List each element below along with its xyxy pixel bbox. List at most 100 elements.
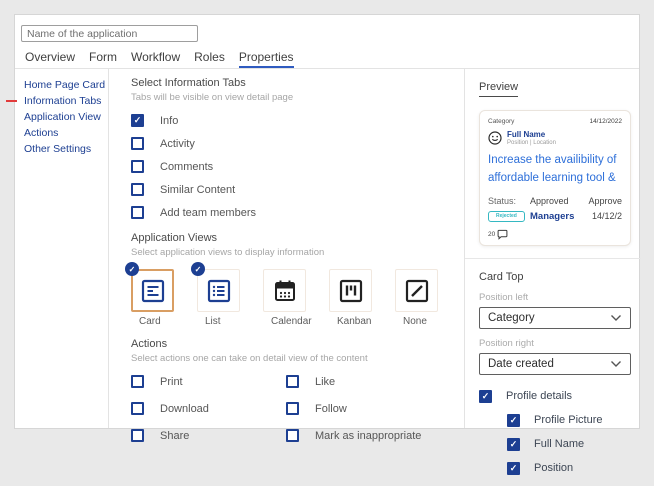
- checkbox[interactable]: ✓: [131, 375, 144, 388]
- checkbox[interactable]: ✓: [507, 413, 520, 427]
- list-view-icon: [207, 279, 230, 302]
- sidebar-item-other-settings[interactable]: Other Settings: [24, 141, 108, 157]
- checkbox-row-comments[interactable]: ✓ Comments: [131, 160, 464, 173]
- selected-check-badge-icon: ✓: [191, 262, 205, 276]
- card-top-title: Card Top: [479, 270, 524, 283]
- info-tabs-subtitle: Tabs will be visible on view detail page: [131, 92, 294, 103]
- checkbox[interactable]: ✓: [479, 389, 492, 403]
- checkbox[interactable]: ✓: [131, 183, 144, 196]
- position-left-select[interactable]: Category: [479, 306, 631, 329]
- check-icon: ✓: [481, 390, 490, 401]
- status-label: Status:: [488, 195, 517, 206]
- tab-properties[interactable]: Properties: [238, 48, 294, 68]
- chevron-down-icon: [611, 360, 621, 367]
- avatar-icon: [488, 131, 502, 145]
- position-right-select[interactable]: Date created: [479, 352, 631, 375]
- calendar-view-tile[interactable]: [263, 269, 306, 312]
- calendar-view-icon: [274, 280, 295, 301]
- status-value: Approved: [530, 195, 569, 206]
- kanban-view-icon: [339, 279, 362, 302]
- profile-details-options: ✓ Profile details ✓ Profile Picture ✓ Fu…: [479, 389, 631, 475]
- checkbox-label: Position: [534, 462, 574, 475]
- sidebar-item-information-tabs[interactable]: Information Tabs: [6, 93, 108, 109]
- approve-label: Approve: [588, 195, 622, 206]
- comments-count: 20: [488, 230, 496, 238]
- preview-card-top-row: Category 14/12/2022: [488, 118, 622, 125]
- view-tile-card[interactable]: ✓ Card: [125, 262, 197, 327]
- checkbox-row-download[interactable]: ✓ Download: [131, 402, 286, 415]
- main-content: Select Information Tabs Tabs will be vis…: [109, 69, 464, 452]
- approve-date: 14/12/2: [591, 211, 622, 222]
- checkbox[interactable]: ✓: [507, 437, 520, 451]
- tab-form[interactable]: Form: [89, 48, 117, 68]
- checkbox-label: Similar Content: [160, 183, 236, 196]
- panel-body: Home Page Card Information Tabs Applicat…: [6, 69, 641, 475]
- checkbox-row-share[interactable]: ✓ Share: [131, 429, 286, 442]
- tab-roles[interactable]: Roles: [194, 48, 225, 68]
- view-tile-kanban[interactable]: Kanban: [329, 269, 395, 327]
- view-tile-label: Calendar: [271, 316, 312, 327]
- sidebar-item-label: Information Tabs: [24, 95, 102, 107]
- checkbox[interactable]: ✓: [131, 114, 144, 127]
- checkbox[interactable]: ✓: [131, 402, 144, 415]
- checkbox-row-info[interactable]: ✓ Info: [131, 114, 464, 127]
- application-name-input[interactable]: [21, 25, 198, 42]
- active-item-marker: [6, 100, 17, 102]
- checkbox[interactable]: ✓: [286, 375, 299, 388]
- application-views-title: Application Views: [131, 232, 218, 244]
- sidebar-item-actions[interactable]: Actions: [24, 125, 108, 141]
- checkbox-row-profile-details[interactable]: ✓ Profile details: [479, 389, 631, 403]
- checkbox-label: Share: [160, 429, 190, 442]
- settings-sidebar: Home Page Card Information Tabs Applicat…: [6, 69, 108, 157]
- none-view-icon: [405, 279, 428, 302]
- view-tiles: ✓ Card ✓ List Calendar Kanban None: [125, 262, 464, 327]
- preview-column: Preview Category 14/12/2022 Full Name Po…: [465, 69, 641, 486]
- checkbox[interactable]: ✓: [286, 402, 299, 415]
- preview-position-location: Position | Location: [507, 140, 556, 146]
- tab-workflow[interactable]: Workflow: [131, 48, 180, 68]
- checkbox-label: Mark as inappropriate: [315, 429, 422, 442]
- checkbox-label: Full Name: [534, 438, 585, 451]
- view-tile-label: Kanban: [337, 316, 372, 327]
- checkbox[interactable]: ✓: [131, 137, 144, 150]
- actions-col-left: ✓ Print ✓ Download ✓ Share: [131, 375, 286, 452]
- preview-full-name: Full Name: [507, 130, 546, 139]
- checkbox[interactable]: ✓: [131, 429, 144, 442]
- checkbox-row-add-team-members[interactable]: ✓ Add team members: [131, 206, 464, 219]
- check-icon: ✓: [509, 438, 518, 449]
- preview-user-row: Full Name Position | Location: [488, 130, 622, 146]
- tab-overview[interactable]: Overview: [25, 48, 75, 68]
- checkbox-row-full-name[interactable]: ✓ Full Name: [507, 437, 631, 451]
- checkbox-row-position[interactable]: ✓ Position: [507, 461, 631, 475]
- view-tile-none[interactable]: None: [395, 269, 461, 327]
- view-tile-label: None: [403, 316, 427, 327]
- checkbox-label: Download: [160, 402, 209, 415]
- actions-col-right: ✓ Like ✓ Follow ✓ Mark as inappropriate: [286, 375, 464, 452]
- checkbox-row-profile-picture[interactable]: ✓ Profile Picture: [507, 413, 631, 427]
- sidebar-item-home-page-card[interactable]: Home Page Card: [24, 77, 108, 93]
- application-views-header: Application Views Select application vie…: [131, 232, 464, 258]
- preview-card-title: Increase the availibility of affordable …: [488, 154, 617, 184]
- view-tile-label: Card: [139, 316, 161, 327]
- none-view-tile[interactable]: [395, 269, 438, 312]
- checkbox-row-similar-content[interactable]: ✓ Similar Content: [131, 183, 464, 196]
- view-tile-list[interactable]: ✓ List: [191, 262, 263, 327]
- checkbox[interactable]: ✓: [507, 461, 520, 475]
- right-section-divider: [465, 257, 641, 259]
- checkbox-label: Activity: [160, 137, 195, 150]
- checkbox-row-like[interactable]: ✓ Like: [286, 375, 464, 388]
- checkbox[interactable]: ✓: [131, 160, 144, 173]
- checkbox-row-print[interactable]: ✓ Print: [131, 375, 286, 388]
- checkbox[interactable]: ✓: [286, 429, 299, 442]
- view-tile-label: List: [205, 316, 221, 327]
- checkbox-row-follow[interactable]: ✓ Follow: [286, 402, 464, 415]
- checkbox[interactable]: ✓: [131, 206, 144, 219]
- checkbox-row-activity[interactable]: ✓ Activity: [131, 137, 464, 150]
- view-tile-calendar[interactable]: Calendar: [263, 269, 329, 327]
- kanban-view-tile[interactable]: [329, 269, 372, 312]
- list-view-tile[interactable]: [197, 269, 240, 312]
- checkbox-row-mark-inappropriate[interactable]: ✓ Mark as inappropriate: [286, 429, 464, 442]
- card-view-tile[interactable]: [131, 269, 174, 312]
- sidebar-item-application-view[interactable]: Application View: [24, 109, 108, 125]
- managers-link[interactable]: Managers: [530, 211, 588, 222]
